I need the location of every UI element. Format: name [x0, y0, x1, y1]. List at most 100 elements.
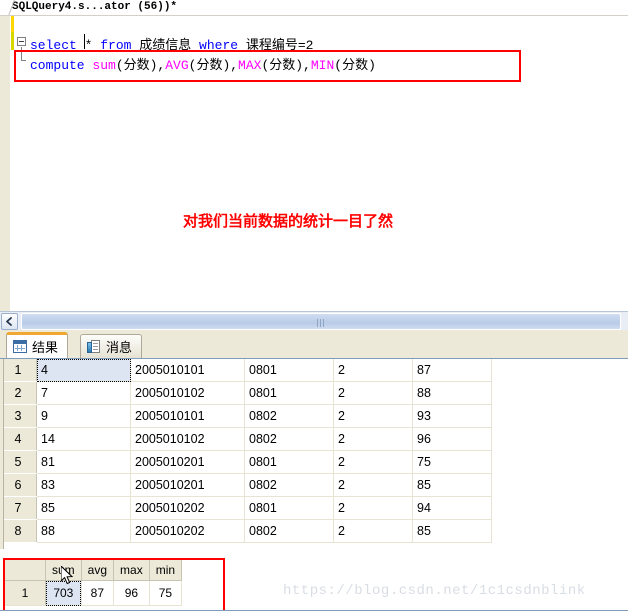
table-row[interactable]: 4 14 2005010102 0802 2 96 — [0, 427, 492, 451]
column-header-max[interactable]: max — [113, 560, 150, 581]
table-row[interactable]: 2 7 2005010102 0801 2 88 — [0, 381, 492, 405]
table-row[interactable]: 5 81 2005010201 0801 2 75 — [0, 450, 492, 474]
fold-connector-line — [21, 47, 22, 61]
cell-score[interactable]: 93 — [412, 404, 492, 428]
editor-change-marker-line1 — [11, 16, 14, 32]
keyword-from: from — [100, 38, 132, 53]
arg-sum: (分数), — [115, 58, 166, 73]
table-name: 成绩信息 — [131, 38, 200, 53]
cell-term[interactable]: 2 — [333, 519, 413, 543]
cell-course-no[interactable]: 0802 — [244, 473, 334, 497]
column-header-sum[interactable]: sum — [45, 560, 82, 581]
cell-student-no[interactable]: 2005010201 — [130, 473, 245, 497]
cell-term[interactable]: 2 — [333, 404, 413, 428]
summary-header-row: sum avg max min — [5, 560, 183, 581]
editor-horizontal-scrollbar[interactable] — [0, 311, 628, 331]
code-line-2: compute sum(分数),AVG(分数),MAX(分数),MIN(分数) — [30, 54, 376, 73]
results-tabstrip: 结果 消息 — [0, 330, 628, 358]
table-row[interactable]: 6 83 2005010201 0802 2 85 — [0, 473, 492, 497]
cell-student-no[interactable]: 2005010102 — [130, 427, 245, 451]
cell-student-no[interactable]: 2005010102 — [130, 381, 245, 405]
row-number[interactable]: 1 — [0, 359, 37, 382]
cell-student-no[interactable]: 2005010202 — [130, 496, 245, 520]
cell-course-no[interactable]: 0802 — [244, 519, 334, 543]
cell-term[interactable]: 2 — [333, 473, 413, 497]
cell-term[interactable]: 2 — [333, 381, 413, 405]
sql-editor-pane[interactable]: select * from 成绩信息 where 课程编号=2 compute … — [0, 16, 628, 312]
cell-student-no[interactable]: 2005010201 — [130, 450, 245, 474]
cell-student-no[interactable]: 2005010101 — [130, 359, 245, 382]
row-number[interactable]: 6 — [0, 473, 37, 497]
tab-results[interactable]: 结果 — [6, 332, 69, 358]
cell-student-no[interactable]: 2005010202 — [130, 519, 245, 543]
messages-icon — [87, 339, 101, 354]
cell-id[interactable]: 83 — [36, 473, 131, 497]
cell-score[interactable]: 88 — [412, 381, 492, 405]
column-header-avg[interactable]: avg — [81, 560, 115, 581]
row-number[interactable]: 2 — [0, 381, 37, 405]
cell-student-no[interactable]: 2005010101 — [130, 404, 245, 428]
table-row[interactable]: 1 703 87 96 75 — [5, 580, 183, 606]
tab-results-label: 结果 — [32, 340, 59, 355]
compute-summary-grid[interactable]: sum avg max min 1 703 87 96 75 — [5, 560, 221, 608]
grid-icon — [13, 340, 27, 353]
cell-course-no[interactable]: 0801 — [244, 359, 334, 382]
collapse-minus-icon[interactable] — [17, 37, 26, 46]
cell-id[interactable]: 14 — [36, 427, 131, 451]
tab-messages[interactable]: 消息 — [80, 334, 143, 358]
cell-score[interactable]: 94 — [412, 496, 492, 520]
table-row[interactable]: 8 88 2005010202 0802 2 85 — [0, 519, 492, 543]
row-number[interactable]: 7 — [0, 496, 37, 520]
editor-change-marker-line2 — [11, 32, 14, 50]
scrollbar-thumb[interactable] — [21, 313, 621, 330]
cell-sum[interactable]: 703 — [45, 580, 82, 606]
cell-score[interactable]: 75 — [412, 450, 492, 474]
cell-score[interactable]: 96 — [412, 427, 492, 451]
where-column: 课程编号 — [238, 38, 298, 53]
cell-id[interactable]: 88 — [36, 519, 131, 543]
cell-course-no[interactable]: 0802 — [244, 404, 334, 428]
cell-min[interactable]: 75 — [149, 580, 183, 606]
cell-id[interactable]: 81 — [36, 450, 131, 474]
cell-term[interactable]: 2 — [333, 496, 413, 520]
code-line-1: select * from 成绩信息 where 课程编号=2 — [30, 34, 313, 53]
results-grid[interactable]: 1 4 2005010101 0801 2 87 2 7 2005010102 … — [0, 358, 628, 549]
cell-course-no[interactable]: 0802 — [244, 427, 334, 451]
cell-term[interactable]: 2 — [333, 359, 413, 382]
table-row[interactable]: 1 4 2005010101 0801 2 87 — [0, 359, 492, 382]
watermark-text: https://blog.csdn.net/1c1csdnblink — [283, 583, 586, 599]
table-row[interactable]: 7 85 2005010202 0801 2 94 — [0, 496, 492, 520]
text-caret — [84, 34, 85, 49]
row-number[interactable]: 8 — [0, 519, 37, 543]
cell-course-no[interactable]: 0801 — [244, 496, 334, 520]
column-header-min[interactable]: min — [149, 560, 183, 581]
cell-id[interactable]: 7 — [36, 381, 131, 405]
cell-avg[interactable]: 87 — [81, 580, 115, 606]
document-tab-sqlquery4[interactable]: SQLQuery4.s...ator (56))* — [8, 0, 184, 16]
cell-id[interactable]: 85 — [36, 496, 131, 520]
document-tabstrip: SQLQuery4.s...ator (56))* — [0, 0, 628, 16]
table-row[interactable]: 3 9 2005010101 0802 2 93 — [0, 404, 492, 428]
cell-score[interactable]: 85 — [412, 519, 492, 543]
summary-table-body: 1 703 87 96 75 — [5, 580, 183, 606]
scroll-left-icon[interactable] — [1, 313, 18, 330]
cell-course-no[interactable]: 0801 — [244, 381, 334, 405]
cell-id[interactable]: 4 — [36, 359, 131, 382]
cell-score[interactable]: 87 — [412, 359, 492, 382]
arg-min: (分数) — [334, 58, 376, 73]
where-value: =2 — [297, 38, 314, 53]
cell-term[interactable]: 2 — [333, 450, 413, 474]
results-table: 1 4 2005010101 0801 2 87 2 7 2005010102 … — [0, 359, 492, 543]
scrollbar-grip-icon — [317, 319, 326, 327]
row-number[interactable]: 4 — [0, 427, 37, 451]
cell-term[interactable]: 2 — [333, 427, 413, 451]
row-number[interactable]: 1 — [5, 580, 46, 606]
cell-id[interactable]: 9 — [36, 404, 131, 428]
row-number[interactable]: 5 — [0, 450, 37, 474]
cell-course-no[interactable]: 0801 — [244, 450, 334, 474]
keyword-compute: compute — [30, 58, 85, 73]
row-number[interactable]: 3 — [0, 404, 37, 428]
cell-score[interactable]: 85 — [412, 473, 492, 497]
document-tab-label: SQLQuery4.s...ator (56))* — [12, 1, 178, 13]
cell-max[interactable]: 96 — [113, 580, 150, 606]
